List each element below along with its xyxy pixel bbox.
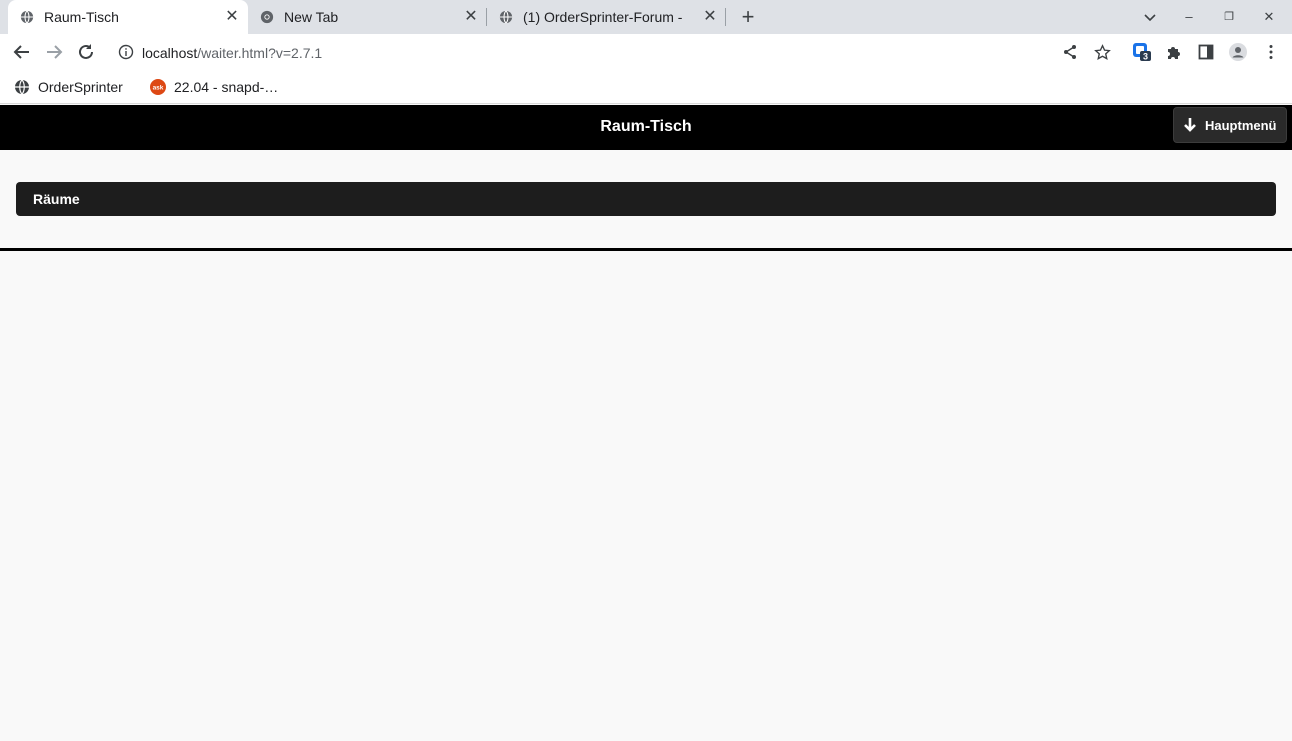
tab-separator [725, 8, 726, 26]
bookmark-label: 22.04 - snapd-… [174, 79, 279, 95]
extension-bitwarden-button[interactable]: 3 [1132, 42, 1152, 62]
tab-title: New Tab [284, 9, 339, 25]
forward-arrow-icon [47, 45, 63, 59]
minimize-button[interactable]: – [1177, 6, 1201, 28]
rooms-collapsible-header[interactable]: Räume [16, 182, 1276, 216]
content-divider [0, 248, 1292, 251]
share-button[interactable] [1060, 42, 1080, 62]
site-info-icon[interactable] [118, 44, 134, 60]
main-menu-label: Hauptmenü [1205, 117, 1277, 133]
share-icon [1064, 45, 1076, 59]
url-path: /waiter.html?v=2.7.1 [197, 45, 323, 61]
close-window-button[interactable]: ✕ [1257, 6, 1281, 28]
globe-icon [15, 79, 29, 95]
address-bar[interactable]: localhost/waiter.html?v=2.7.1 [110, 38, 1120, 67]
bookmark-label: OrderSprinter [38, 79, 123, 95]
restore-button[interactable]: ❐ [1217, 6, 1241, 28]
tab-raum-tisch[interactable]: Raum-Tisch ✕ [8, 0, 248, 34]
tab-new-tab[interactable]: New Tab ✕ [248, 0, 486, 34]
kebab-menu-icon [1269, 45, 1273, 59]
tab-strip: Raum-Tisch ✕ New Tab ✕ (1) OrderSprinter… [0, 0, 1292, 34]
side-panel-button[interactable] [1196, 42, 1216, 62]
url-text: localhost/waiter.html?v=2.7.1 [142, 45, 322, 61]
back-button[interactable] [10, 40, 34, 64]
tab-search-chevron-icon[interactable] [1138, 6, 1162, 28]
page-header: Raum-Tisch Hauptmenü [0, 105, 1292, 150]
globe-icon [20, 10, 34, 24]
chrome-icon [260, 10, 274, 24]
bookmark-snapd[interactable]: ask 22.04 - snapd-… [150, 78, 278, 96]
main-menu-button[interactable]: Hauptmenü [1173, 107, 1287, 143]
browser-menu-button[interactable] [1261, 42, 1281, 62]
forward-button[interactable] [42, 40, 66, 64]
bookmarks-bar: OrderSprinter ask 22.04 - snapd-… [0, 70, 1292, 104]
url-host: localhost [142, 45, 198, 61]
tab-title: (1) OrderSprinter-Forum - [523, 9, 683, 25]
page-title: Raum-Tisch [600, 118, 692, 135]
svg-text:ask: ask [153, 85, 164, 92]
bitwarden-icon: 3 [1133, 43, 1151, 62]
browser-toolbar: localhost/waiter.html?v=2.7.1 3 [0, 34, 1292, 70]
bookmark-ordersprinter[interactable]: OrderSprinter [14, 78, 123, 96]
side-panel-icon [1198, 44, 1214, 60]
extension-badge-count: 3 [1143, 52, 1148, 62]
bookmark-star-button[interactable] [1092, 42, 1112, 62]
back-arrow-icon [13, 45, 29, 59]
extensions-button[interactable] [1164, 42, 1184, 62]
profile-button[interactable] [1228, 42, 1248, 62]
reload-button[interactable] [74, 40, 98, 64]
new-tab-button[interactable]: + [736, 6, 760, 30]
ask-icon: ask [150, 79, 166, 95]
tab-ordersprinter-forum[interactable]: (1) OrderSprinter-Forum - ✕ [487, 0, 723, 34]
tab-close-button[interactable]: ✕ [222, 7, 242, 27]
star-icon [1093, 43, 1111, 60]
tab-title: Raum-Tisch [44, 9, 119, 25]
tab-close-button[interactable]: ✕ [700, 7, 720, 27]
puzzle-icon [1168, 47, 1180, 59]
avatar-icon [1229, 43, 1247, 61]
globe-icon [499, 10, 513, 24]
arrow-down-icon [1184, 118, 1196, 132]
tab-close-button[interactable]: ✕ [461, 7, 481, 27]
rooms-label: Räume [33, 191, 80, 207]
reload-icon [79, 44, 93, 59]
